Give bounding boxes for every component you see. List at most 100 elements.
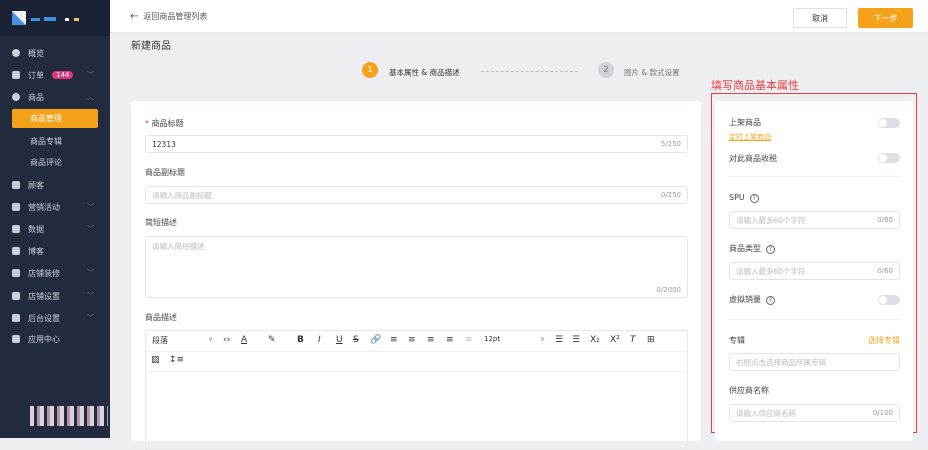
image-icon[interactable]: ▨ [151, 355, 160, 365]
strikethrough-icon[interactable]: S [353, 335, 359, 345]
sidebar-item-admin-settings[interactable]: 后台设置 ﹀ [0, 308, 110, 328]
label: 商品管理 [30, 114, 62, 123]
chevron-up-icon: ︿ [87, 93, 94, 101]
next-step-button[interactable]: 下一步 [858, 8, 913, 28]
sidebar-item-blog[interactable]: 博客 [0, 241, 110, 261]
sidebar-item-goods-album[interactable]: 商品专辑 [0, 131, 110, 151]
publish-label: 上架商品 [729, 118, 761, 127]
title-input[interactable]: 12313 5/250 [145, 135, 688, 153]
sidebar-item-goods-manage[interactable]: 商品管理 [12, 109, 98, 128]
numbered-list-icon[interactable]: ☰ [572, 335, 580, 345]
highlight-icon[interactable]: ✎ [268, 335, 276, 345]
publish-toggle[interactable] [878, 118, 900, 128]
virtual-sales-toggle[interactable] [878, 295, 900, 305]
label: 概览 [28, 48, 44, 58]
font-color-icon[interactable]: A [241, 335, 247, 345]
label: 订单 [28, 70, 44, 80]
virtual-sales-label: 虚拟销量? [729, 294, 775, 305]
back-link[interactable]: ← 返回商品管理列表 [130, 11, 207, 22]
subscript-icon[interactable]: X₂ [590, 335, 600, 345]
sidebar-item-store-settings[interactable]: 店铺设置 ﹀ [0, 286, 110, 306]
sidebar-item-apps[interactable]: 应用中心 [0, 329, 110, 349]
placeholder: 请输入简短描述 [152, 242, 205, 251]
rich-text-editor[interactable] [145, 330, 688, 450]
select-album-link[interactable]: 选择专辑 [868, 335, 900, 346]
underline-icon[interactable]: U [336, 335, 343, 345]
align-right-icon[interactable]: ≡ [427, 335, 435, 345]
line-height-icon[interactable]: ↕≡ [169, 355, 184, 365]
step-2-number: 2 [598, 62, 614, 78]
sidebar-item-goods-review[interactable]: 商品评论 [0, 152, 110, 172]
sidebar-item-orders[interactable]: 订单 144 ﹀ [0, 65, 110, 85]
label: 商品专辑 [30, 136, 62, 146]
short-desc-label: 简短描述 [145, 218, 177, 227]
step-connector [481, 71, 578, 72]
sidebar-item-customers[interactable]: 顾客 [0, 175, 110, 195]
sidebar-item-overview[interactable]: 概览 [0, 43, 110, 63]
title-value: 12313 [152, 139, 176, 149]
align-center-icon[interactable]: ≡ [408, 335, 416, 345]
order-icon [12, 71, 20, 79]
cancel-button[interactable]: 取消 [793, 8, 847, 28]
label: 后台设置 [28, 313, 60, 323]
char-count: 0/2000 [656, 286, 681, 294]
italic-icon[interactable]: I [318, 335, 321, 345]
font-size-select[interactable]: 12pt [484, 335, 500, 343]
help-icon: ? [749, 194, 759, 203]
bold-icon[interactable]: B [297, 335, 304, 345]
step-2-label: 图片 & 款式设置 [624, 68, 680, 77]
supplier-input[interactable]: 请输入供应商名称 0/100 [729, 404, 900, 422]
annotation-label: 填写商品基本属性 [711, 79, 799, 92]
wrench-icon [12, 335, 20, 343]
chevron-down-icon[interactable]: ∨ [208, 335, 213, 343]
outdent-icon[interactable]: ≡ [465, 335, 473, 345]
paragraph-select[interactable]: 段落 [152, 335, 168, 346]
dashboard-icon [12, 49, 20, 57]
title-label: * 商品标题 [145, 119, 184, 128]
album-label: 专辑 [729, 336, 745, 345]
tax-toggle[interactable] [878, 153, 900, 163]
sidebar-item-data[interactable]: 数据 ﹀ [0, 219, 110, 239]
placeholder: 请输入最多60个字符 [736, 266, 806, 276]
chevron-down-icon: ﹀ [87, 225, 94, 233]
type-label: 商品类型? [729, 243, 775, 254]
album-input[interactable]: 右侧点击选择商品所属专辑 [729, 353, 900, 371]
spu-input[interactable]: 请输入最多60个字符 0/60 [729, 211, 900, 229]
bullet-list-icon[interactable]: ☰ [555, 335, 563, 345]
supplier-label: 供应商名称 [729, 386, 769, 395]
short-desc-textarea[interactable]: 请输入简短描述 0/2000 [145, 236, 688, 298]
link-icon[interactable]: 🔗 [370, 335, 381, 345]
description-label: 商品描述 [145, 313, 177, 322]
page-title: 新建商品 [131, 41, 171, 52]
justify-icon[interactable]: ≡ [446, 335, 454, 345]
code-icon[interactable]: ‹› [223, 335, 230, 345]
subtitle-input[interactable]: 请输入商品副标题 0/250 [145, 186, 688, 204]
label: 营销活动 [28, 202, 60, 212]
divider [729, 319, 900, 320]
chevron-down-icon: ﹀ [87, 269, 94, 277]
sidebar-item-decoration[interactable]: 店铺装修 ﹀ [0, 263, 110, 283]
label: 博客 [28, 246, 44, 256]
char-count: 5/250 [660, 140, 681, 148]
paint-icon [12, 269, 20, 277]
sidebar-item-marketing[interactable]: 营销活动 ﹀ [0, 197, 110, 217]
monitor-icon [12, 314, 20, 322]
bottom-logo [30, 406, 108, 426]
label: 顾客 [28, 180, 44, 190]
placeholder: 请输入供应商名称 [736, 408, 796, 418]
sidebar: 概览 订单 144 ﹀ 商品 ︿ 商品管理 商品专辑 商品评论 顾客 营销活动 ﹀ 数据… [0, 0, 110, 438]
schedule-publish-link[interactable]: 定时上架商品 [729, 132, 771, 142]
type-input[interactable]: 请输入最多60个字符 0/60 [729, 262, 900, 280]
logo [0, 0, 110, 36]
clear-format-icon[interactable]: T [630, 335, 636, 345]
char-count: 0/60 [877, 216, 893, 224]
sidebar-item-goods[interactable]: 商品 ︿ [0, 87, 110, 107]
back-label: 返回商品管理列表 [143, 12, 208, 21]
chevron-down-icon: ﹀ [87, 314, 94, 322]
label: 店铺装修 [28, 268, 60, 278]
table-icon[interactable]: ⊞ [647, 335, 655, 345]
align-left-icon[interactable]: ≡ [390, 335, 398, 345]
chevron-down-icon[interactable]: ∨ [540, 335, 545, 343]
chart-icon [12, 225, 20, 233]
superscript-icon[interactable]: X² [610, 335, 620, 345]
